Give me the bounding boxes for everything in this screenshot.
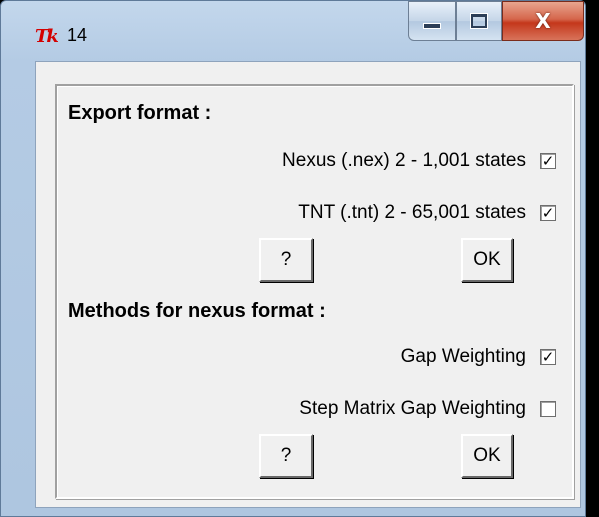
maximize-icon	[470, 13, 488, 29]
nexus-checkbox[interactable]: ✓	[540, 153, 556, 169]
minimize-icon	[423, 23, 441, 29]
nexus-option[interactable]: Nexus (.nex) 2 - 1,001 states ✓	[282, 150, 556, 172]
gap-weighting-option[interactable]: Gap Weighting ✓	[401, 346, 556, 368]
maximize-button[interactable]	[456, 1, 502, 41]
step-matrix-gap-weighting-label: Step Matrix Gap Weighting	[299, 398, 526, 419]
methods-help-button[interactable]: ?	[259, 434, 313, 478]
nexus-option-label: Nexus (.nex) 2 - 1,001 states	[282, 150, 526, 171]
dialog-window: Tk 14 X Export format : Nexus (.nex) 2 -…	[0, 0, 586, 517]
methods-ok-button[interactable]: OK	[461, 434, 513, 478]
export-format-heading: Export format :	[68, 102, 212, 124]
export-help-button[interactable]: ?	[259, 238, 313, 282]
close-icon: X	[535, 9, 551, 33]
gap-weighting-checkbox[interactable]: ✓	[540, 349, 556, 365]
export-ok-button[interactable]: OK	[461, 238, 513, 282]
tnt-option-label: TNT (.tnt) 2 - 65,001 states	[298, 202, 526, 223]
tnt-checkbox[interactable]: ✓	[540, 205, 556, 221]
nexus-methods-heading: Methods for nexus format :	[68, 300, 326, 322]
step-matrix-gap-weighting-checkbox[interactable]	[540, 401, 556, 417]
step-matrix-gap-weighting-option[interactable]: Step Matrix Gap Weighting	[299, 398, 556, 420]
title-bar[interactable]: Tk 14 X	[1, 1, 587, 61]
options-frame: Export format : Nexus (.nex) 2 - 1,001 s…	[55, 84, 574, 499]
tnt-option[interactable]: TNT (.tnt) 2 - 65,001 states ✓	[298, 202, 556, 224]
minimize-button[interactable]	[408, 1, 456, 41]
close-button[interactable]: X	[502, 1, 584, 41]
tk-app-icon: Tk	[35, 26, 59, 47]
dialog-content: Export format : Nexus (.nex) 2 - 1,001 s…	[35, 61, 581, 508]
window-title: 14	[67, 25, 88, 45]
gap-weighting-label: Gap Weighting	[400, 346, 526, 367]
